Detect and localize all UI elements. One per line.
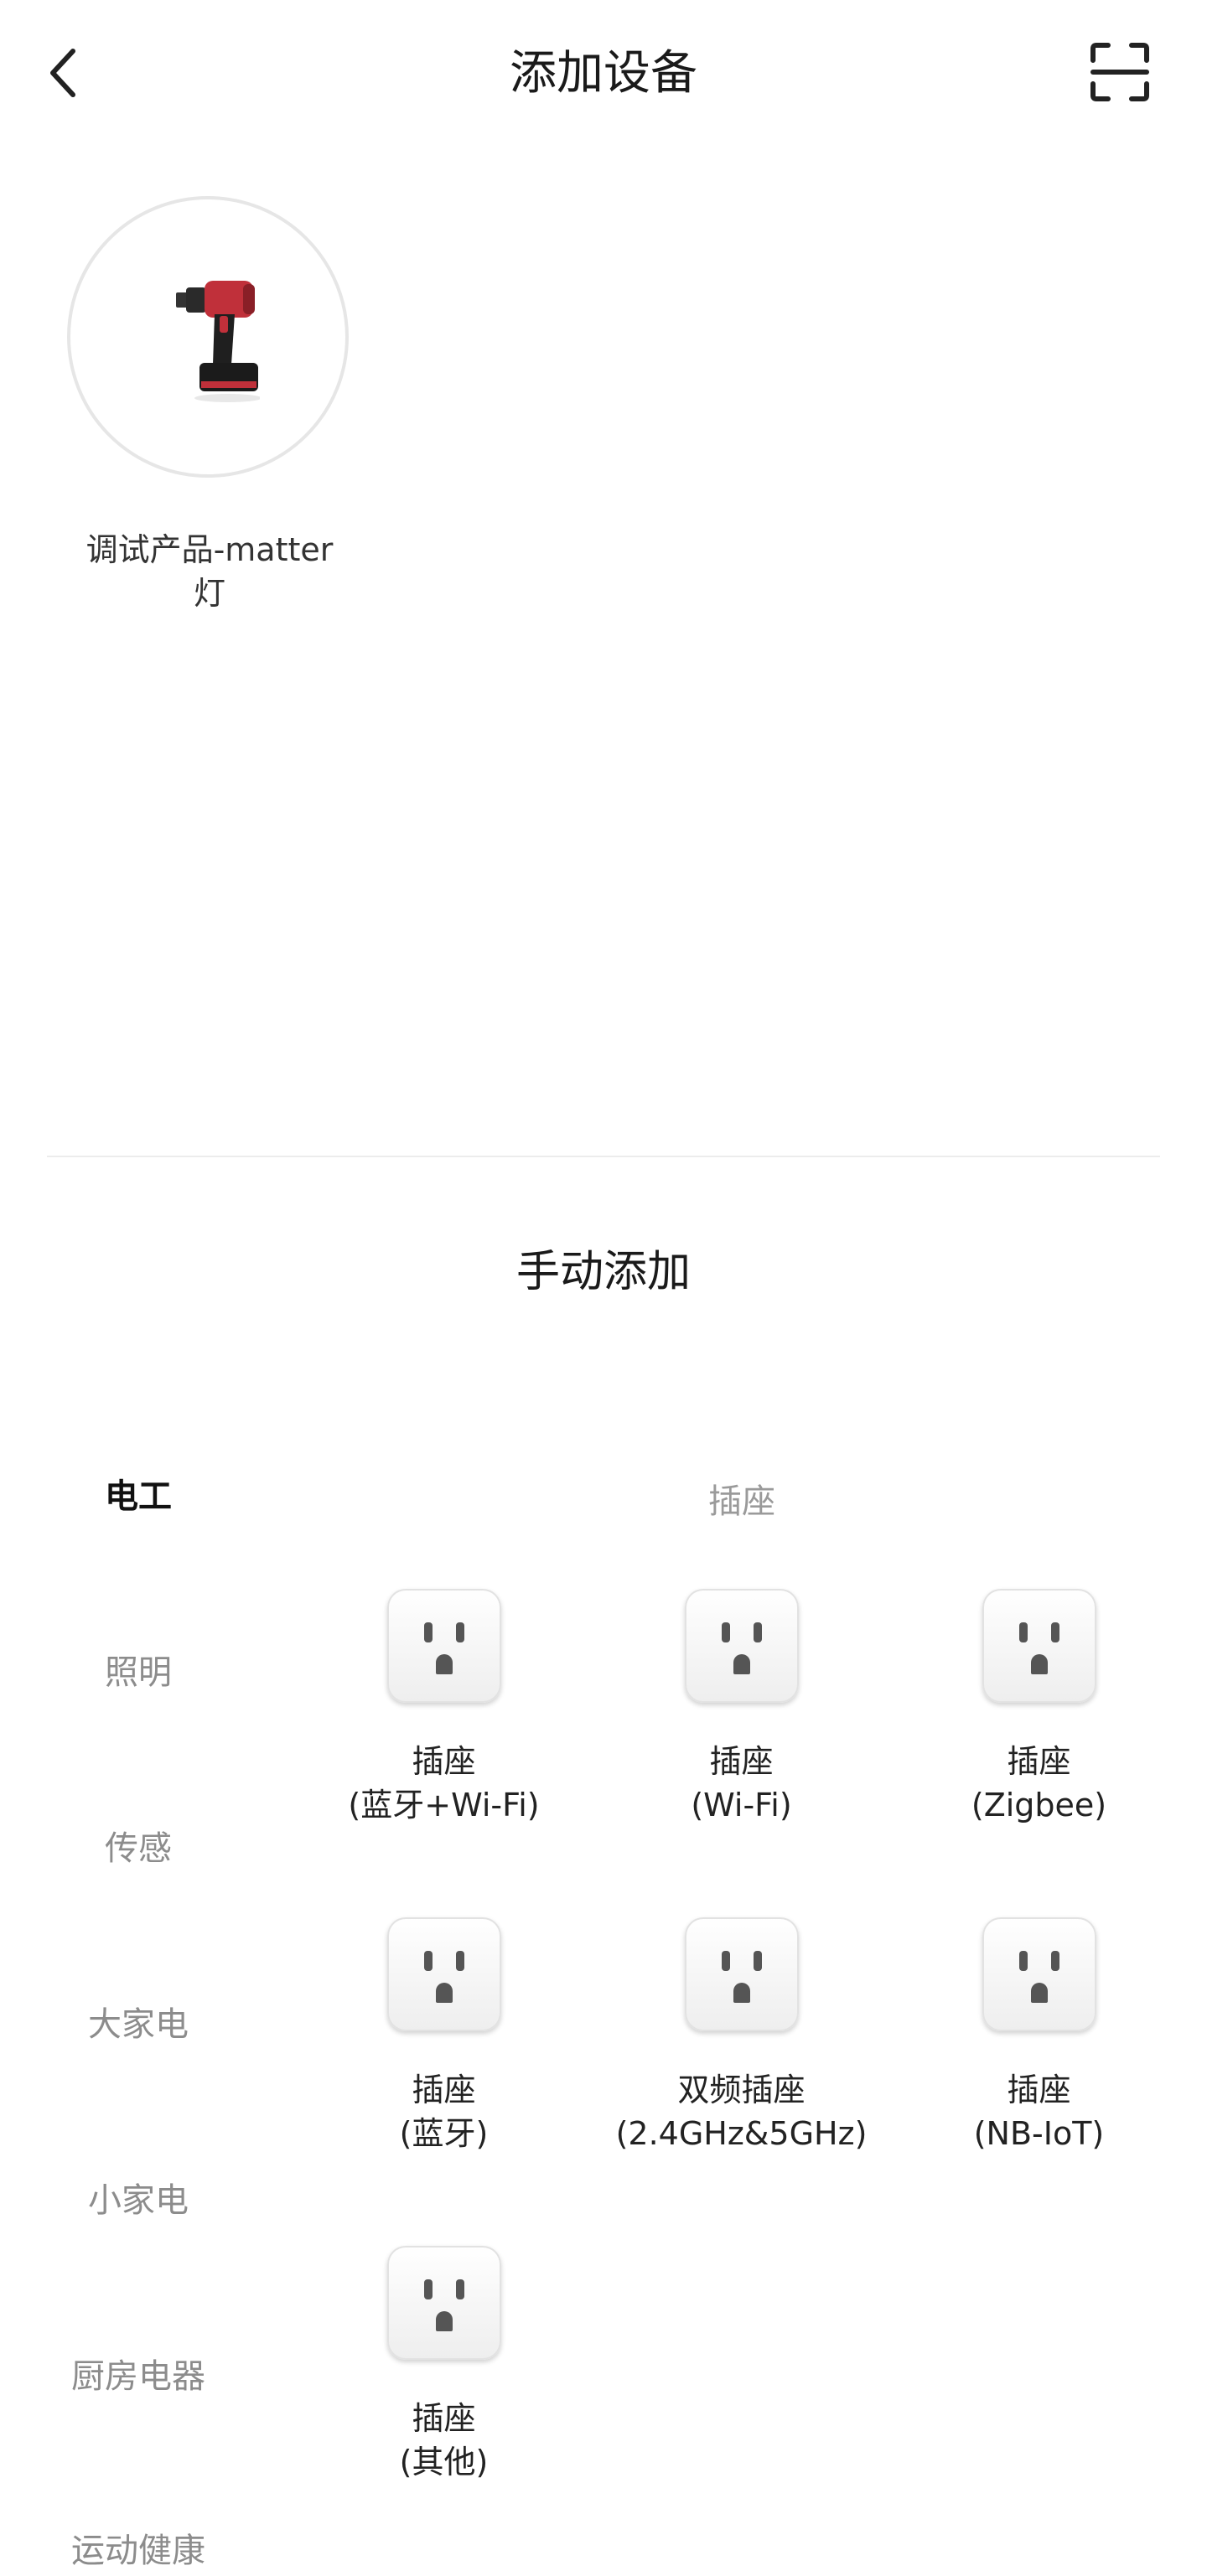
category-item-sports-health[interactable]: 运动健康 <box>34 2526 243 2576</box>
category-item-sensor[interactable]: 传感 <box>34 1823 243 1874</box>
header-bar: 添加设备 <box>0 0 1207 142</box>
socket-icon <box>982 1589 1096 1703</box>
socket-icon <box>387 1917 501 2031</box>
product-label: 插座 (Wi-Fi) <box>691 1743 792 1823</box>
category-item-major-appliance[interactable]: 大家电 <box>34 1999 243 2050</box>
power-drill-image <box>176 281 260 402</box>
product-label: 插座 (Zigbee) <box>971 1743 1107 1823</box>
socket-icon <box>685 1917 799 2031</box>
socket-icon <box>387 2246 501 2360</box>
socket-icon <box>685 1589 799 1703</box>
category-item-kitchen[interactable]: 厨房电器 <box>34 2351 243 2402</box>
socket-icon <box>387 1589 501 1703</box>
product-label: 插座 (其他) <box>399 2400 489 2480</box>
scan-frame-icon <box>1090 43 1149 101</box>
subcategory-title: 插座 <box>708 1482 775 1521</box>
scan-button[interactable] <box>1090 42 1157 109</box>
manual-add-title: 手动添加 <box>515 1247 691 1297</box>
page-title: 添加设备 <box>510 46 697 101</box>
category-item-lighting[interactable]: 照明 <box>34 1648 243 1698</box>
socket-icon <box>982 1917 1096 2031</box>
product-label: 插座 (蓝牙) <box>399 2072 489 2152</box>
device-name-label: 调试产品-matter 灯 <box>85 531 334 612</box>
category-item-small-appliance[interactable]: 小家电 <box>34 2175 243 2226</box>
product-label: 插座 (蓝牙+Wi-Fi) <box>348 1743 540 1823</box>
product-label: 插座 (NB-IoT) <box>973 2072 1105 2152</box>
category-item-electrician[interactable]: 电工 <box>34 1472 243 1522</box>
product-label: 双频插座 (2.4GHz&5GHz) <box>615 2072 868 2152</box>
section-divider <box>47 1156 1160 1157</box>
